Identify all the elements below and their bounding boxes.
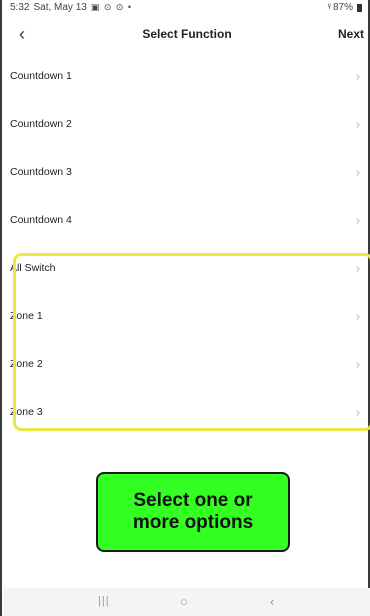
recents-icon[interactable]: |||	[98, 595, 110, 607]
list-item-label: Zone 1	[10, 310, 43, 322]
chevron-right-icon: ›	[355, 308, 360, 324]
chevron-right-icon: ›	[355, 68, 360, 84]
battery-icon	[357, 3, 362, 12]
list-item-label: Countdown 2	[10, 118, 72, 130]
chevron-right-icon: ›	[355, 116, 360, 132]
system-nav-bar: ||| ○ ‹	[4, 588, 370, 616]
list-item-label: Countdown 4	[10, 214, 72, 226]
status-date: Sat, May 13	[33, 2, 87, 13]
list-item-label: All Switch	[10, 262, 56, 274]
list-item-label: Zone 2	[10, 358, 43, 370]
callout-annotation: Select one or more options	[96, 472, 290, 552]
function-list: Countdown 1 › Countdown 2 › Countdown 3 …	[2, 52, 370, 436]
battery-level: 87%	[332, 2, 353, 13]
list-item-countdown-4[interactable]: Countdown 4 ›	[2, 196, 370, 244]
list-item-label: Countdown 3	[10, 166, 72, 178]
status-left: 5:32 Sat, May 13 ▣ ⊙ ⊙ •	[10, 2, 132, 13]
chevron-right-icon: ›	[355, 260, 360, 276]
chevron-right-icon: ›	[355, 164, 360, 180]
nav-back-icon[interactable]: ‹	[270, 594, 274, 609]
app-header: ‹ Select Function Next	[2, 20, 370, 48]
list-item-countdown-3[interactable]: Countdown 3 ›	[2, 148, 370, 196]
list-item-countdown-1[interactable]: Countdown 1 ›	[2, 52, 370, 100]
notification-icons: ▣ ⊙ ⊙ •	[90, 2, 133, 12]
list-item-all-switch[interactable]: All Switch ›	[2, 244, 370, 292]
list-item-zone-1[interactable]: Zone 1 ›	[2, 292, 370, 340]
status-time: 5:32	[10, 2, 30, 13]
list-item-countdown-2[interactable]: Countdown 2 ›	[2, 100, 370, 148]
list-item-zone-2[interactable]: Zone 2 ›	[2, 340, 370, 388]
chevron-right-icon: ›	[355, 356, 360, 372]
status-right: ᵞ 87%	[328, 2, 362, 13]
list-item-label: Zone 3	[10, 406, 43, 418]
next-button[interactable]: Next	[338, 27, 364, 41]
wifi-icon: ᵞ	[327, 2, 331, 13]
chevron-right-icon: ›	[355, 212, 360, 228]
list-item-zone-3[interactable]: Zone 3 ›	[2, 388, 370, 436]
home-icon[interactable]: ○	[180, 594, 188, 609]
chevron-right-icon: ›	[355, 404, 360, 420]
page-title: Select Function	[142, 27, 232, 41]
list-item-label: Countdown 1	[10, 70, 72, 82]
phone-screen: 5:32 Sat, May 13 ▣ ⊙ ⊙ • ᵞ 87% ‹ Select …	[0, 0, 370, 616]
status-bar: 5:32 Sat, May 13 ▣ ⊙ ⊙ • ᵞ 87%	[2, 0, 370, 16]
